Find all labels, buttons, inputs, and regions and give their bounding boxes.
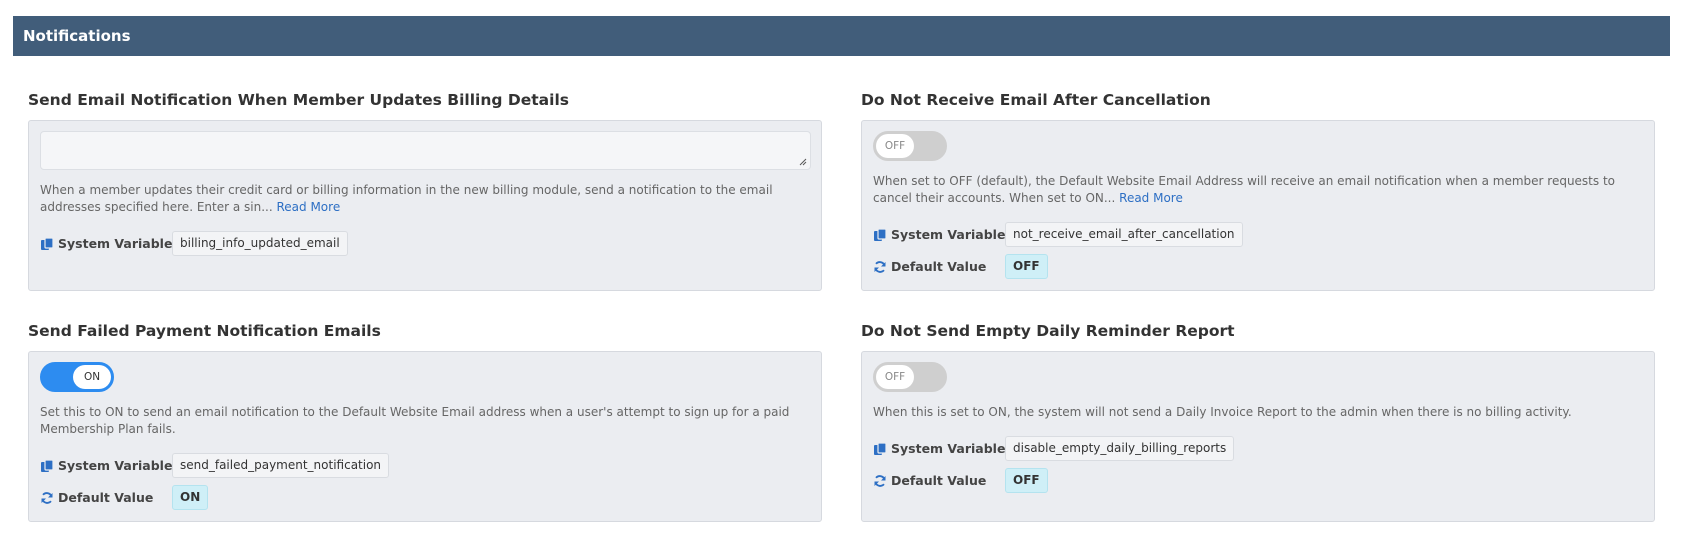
setting-panel: OFF When this is set to ON, the system w… xyxy=(861,351,1655,522)
toggle-label: ON xyxy=(73,365,111,389)
system-variable-row: System Variable not_receive_email_after_… xyxy=(873,222,1643,247)
setting-no-empty-daily-report: Do Not Send Empty Daily Reminder Report … xyxy=(861,321,1655,522)
refresh-icon xyxy=(874,260,886,273)
default-value-row: Default Value OFF xyxy=(873,254,1643,279)
default-value-label: Default Value xyxy=(58,490,154,505)
system-variable-row: System Variable billing_info_updated_ema… xyxy=(40,231,810,256)
setting-description: Set this to ON to send an email notifica… xyxy=(40,404,810,438)
system-variable-label: System Variable xyxy=(58,458,173,473)
setting-panel: ON Set this to ON to send an email notif… xyxy=(28,351,822,522)
setting-title: Send Email Notification When Member Upda… xyxy=(28,91,569,109)
description-text: When set to OFF (default), the Default W… xyxy=(873,174,1616,205)
system-variable-row: System Variable disable_empty_daily_bill… xyxy=(873,436,1643,461)
copy-icon[interactable] xyxy=(40,236,54,251)
default-value-badge: OFF xyxy=(1005,254,1048,279)
toggle-switch[interactable]: OFF xyxy=(873,362,947,392)
default-value-row: Default Value OFF xyxy=(873,468,1643,493)
system-variable-label: System Variable xyxy=(58,236,173,251)
description-text: When this is set to ON, the system will … xyxy=(873,405,1572,419)
setting-description: When set to OFF (default), the Default W… xyxy=(873,173,1643,207)
description-text: Set this to ON to send an email notifica… xyxy=(40,405,790,436)
default-value-badge: ON xyxy=(172,485,209,510)
setting-failed-payment-notification: Send Failed Payment Notification Emails … xyxy=(28,321,822,522)
read-more-link[interactable]: Read More xyxy=(276,200,340,214)
setting-title: Do Not Receive Email After Cancellation xyxy=(861,91,1211,109)
refresh-icon xyxy=(874,474,886,487)
setting-title: Do Not Send Empty Daily Reminder Report xyxy=(861,322,1235,340)
section-title: Notifications xyxy=(23,27,131,45)
copy-icon[interactable] xyxy=(873,227,887,242)
toggle-switch[interactable]: OFF xyxy=(873,131,947,161)
system-variable-value: billing_info_updated_email xyxy=(172,231,348,256)
toggle-label: OFF xyxy=(876,134,914,158)
setting-description: When this is set to ON, the system will … xyxy=(873,404,1643,421)
toggle-switch[interactable]: ON xyxy=(40,362,114,392)
email-addresses-textarea[interactable] xyxy=(40,131,811,170)
system-variable-value: disable_empty_daily_billing_reports xyxy=(1005,436,1235,461)
system-variable-value: not_receive_email_after_cancellation xyxy=(1005,222,1243,247)
system-variable-label: System Variable xyxy=(891,227,1006,242)
description-text: When a member updates their credit card … xyxy=(40,183,773,214)
refresh-icon xyxy=(41,491,53,504)
resize-grip-icon[interactable] xyxy=(799,158,807,166)
setting-no-email-after-cancellation: Do Not Receive Email After Cancellation … xyxy=(861,90,1655,291)
read-more-link[interactable]: Read More xyxy=(1119,191,1183,205)
default-value-row: Default Value ON xyxy=(40,485,810,510)
setting-panel: OFF When set to OFF (default), the Defau… xyxy=(861,120,1655,291)
default-value-label: Default Value xyxy=(891,259,987,274)
system-variable-row: System Variable send_failed_payment_noti… xyxy=(40,453,810,478)
setting-title: Send Failed Payment Notification Emails xyxy=(28,322,381,340)
setting-description: When a member updates their credit card … xyxy=(40,182,810,216)
section-header: Notifications xyxy=(13,16,1670,56)
setting-billing-updated-email: Send Email Notification When Member Upda… xyxy=(28,90,822,291)
default-value-label: Default Value xyxy=(891,473,987,488)
setting-panel: When a member updates their credit card … xyxy=(28,120,822,291)
system-variable-value: send_failed_payment_notification xyxy=(172,453,390,478)
copy-icon[interactable] xyxy=(40,458,54,473)
system-variable-label: System Variable xyxy=(891,441,1006,456)
copy-icon[interactable] xyxy=(873,441,887,456)
default-value-badge: OFF xyxy=(1005,468,1048,493)
toggle-label: OFF xyxy=(876,365,914,389)
